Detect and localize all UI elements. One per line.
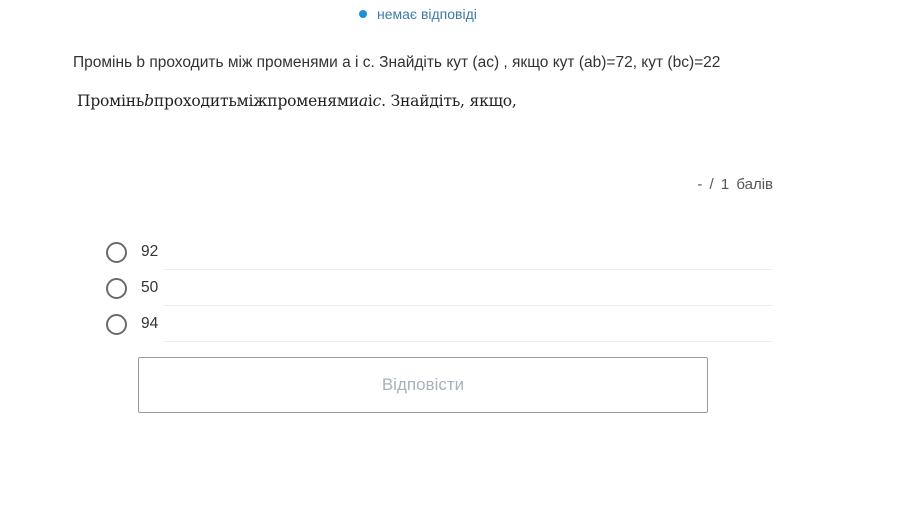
math-var-a: a	[358, 92, 368, 110]
status-text: немає відповіді	[377, 6, 477, 22]
math-part: проходитьміжпроменями	[153, 92, 359, 110]
math-var-c: c	[372, 92, 382, 110]
answer-option-1[interactable]: 92	[106, 234, 773, 270]
score-indicator: - / 1 балів	[697, 176, 773, 193]
option-label: 50	[141, 279, 159, 296]
answer-option-3[interactable]: 94	[106, 306, 773, 342]
radio-button[interactable]	[106, 313, 127, 335]
math-var-b: b	[144, 92, 154, 110]
status-dot-icon	[359, 10, 367, 18]
answer-options: 92 50 94	[106, 234, 773, 342]
question-text: Промінь b проходить між променями a і c.…	[73, 54, 721, 71]
submit-answer-button[interactable]: Відповісти	[138, 357, 708, 413]
quiz-page: немає відповіді Промінь b проходить між …	[0, 0, 912, 515]
radio-button[interactable]	[106, 241, 127, 263]
option-label: 92	[141, 243, 159, 260]
answer-option-2[interactable]: 50	[106, 270, 773, 306]
radio-button[interactable]	[106, 277, 127, 299]
question-math-rendering: Проміньbпроходитьміжпроменямиaіc. Знайді…	[77, 92, 517, 110]
answer-status: немає відповіді	[359, 6, 477, 22]
math-part: Промінь	[77, 92, 145, 110]
math-part: . Знайдіть, якщо,	[381, 92, 517, 110]
option-divider	[164, 341, 773, 342]
option-label: 94	[141, 315, 159, 332]
